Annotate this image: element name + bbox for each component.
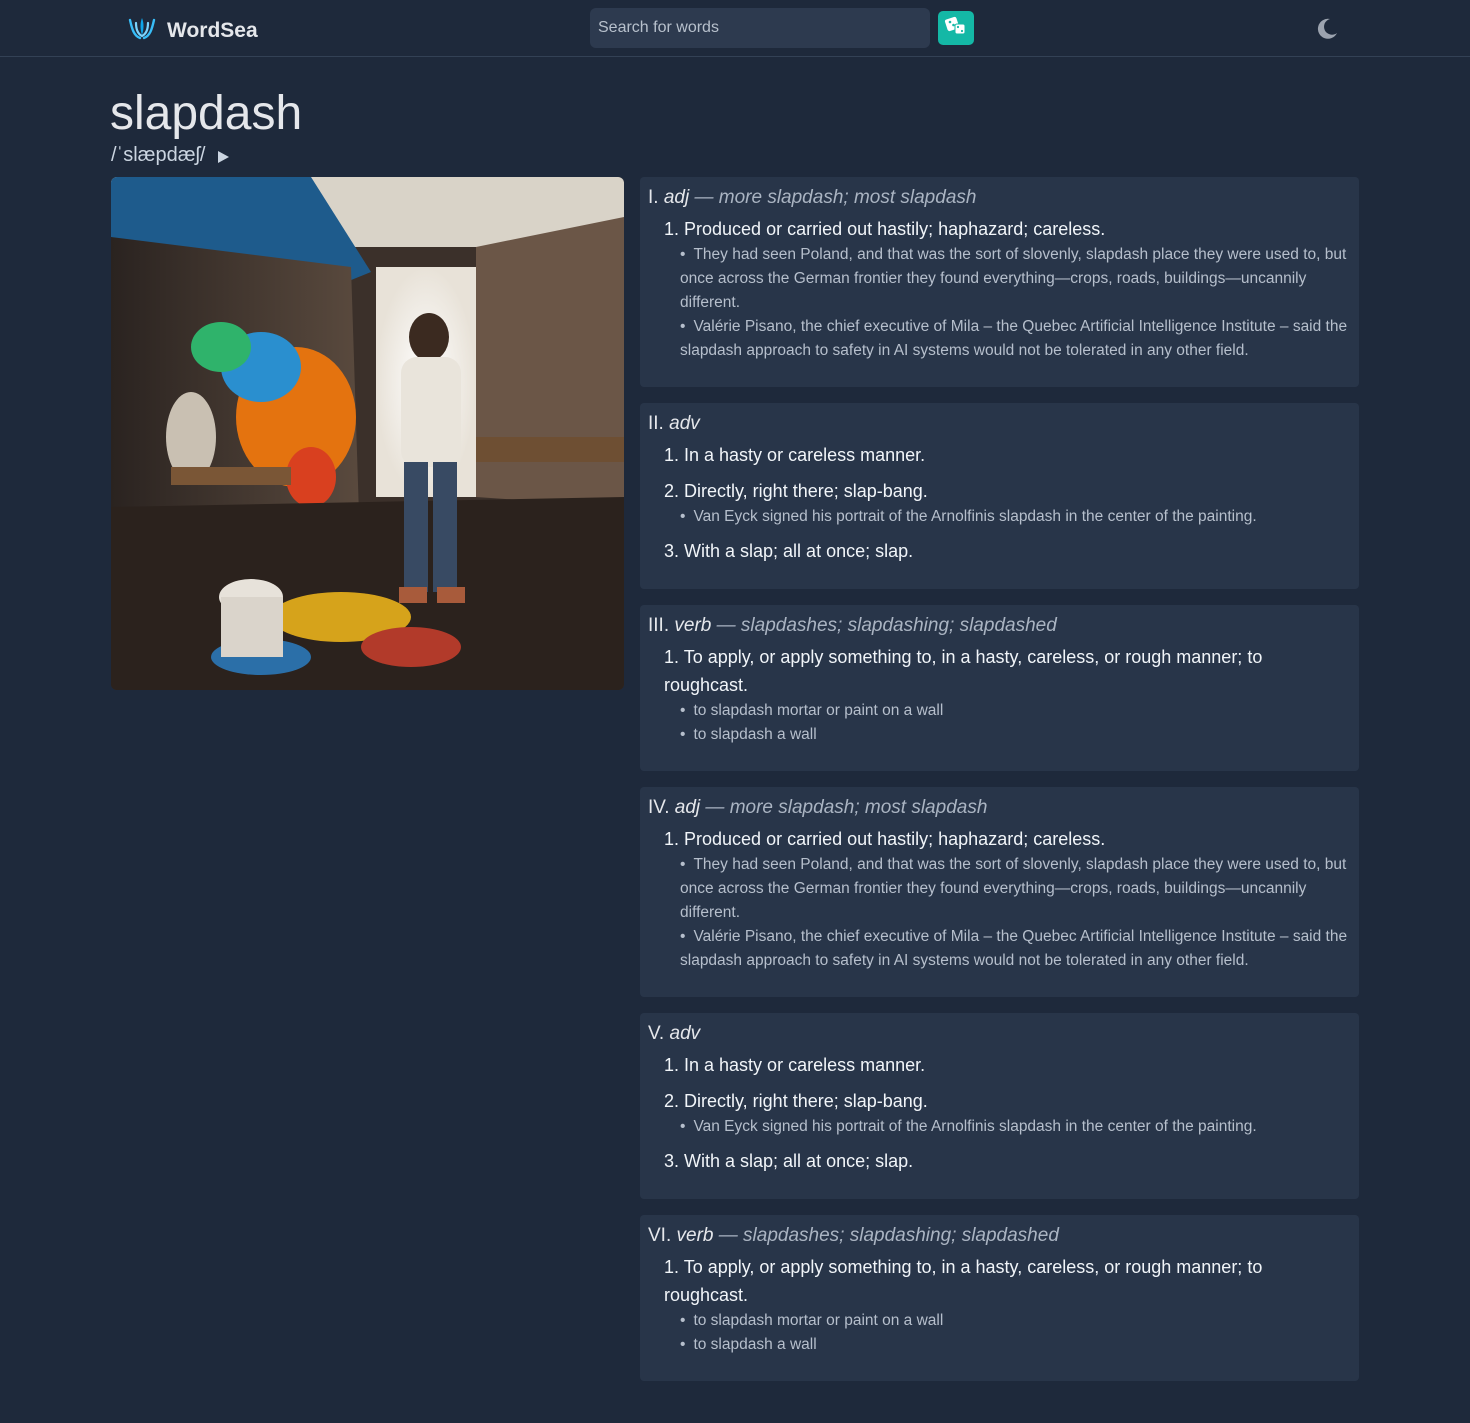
- wave-logo-icon: [127, 13, 157, 48]
- entry-numeral: III.: [648, 615, 670, 636]
- play-icon: [218, 150, 230, 163]
- moon-icon: [1313, 18, 1339, 46]
- entry-numeral: I.: [648, 187, 659, 208]
- definition-card: VI. verb — slapdashes; slapdashing; slap…: [640, 1215, 1359, 1381]
- example-sentence: Van Eyck signed his portrait of the Arno…: [680, 505, 1351, 529]
- example-list: They had seen Poland, and that was the s…: [680, 853, 1351, 973]
- definition-header: I. adj — more slapdash; most slapdash: [648, 187, 1351, 209]
- definitions-list: I. adj — more slapdash; most slapdash 1. …: [640, 177, 1359, 1397]
- definition-card: II. adv 1. In a hasty or careless manner.…: [640, 403, 1359, 589]
- word-illustration: [111, 177, 624, 690]
- example-sentence: Valérie Pisano, the chief executive of M…: [680, 315, 1351, 363]
- example-sentence: Valérie Pisano, the chief executive of M…: [680, 925, 1351, 973]
- example-list: They had seen Poland, and that was the s…: [680, 243, 1351, 363]
- brand-link[interactable]: WordSea: [127, 13, 258, 48]
- sense-definition: 2. Directly, right there; slap-bang.: [664, 481, 928, 501]
- sense-definition: 2. Directly, right there; slap-bang.: [664, 1091, 928, 1111]
- sense-definition: 1. To apply, or apply something to, in a…: [664, 1257, 1263, 1305]
- entry-numeral: II.: [648, 413, 664, 434]
- definition-card: V. adv 1. In a hasty or careless manner. 2…: [640, 1013, 1359, 1199]
- entry-numeral: VI.: [648, 1225, 672, 1246]
- play-pronunciation-button[interactable]: [215, 148, 231, 164]
- sense-definition: 1. In a hasty or careless manner.: [664, 1055, 926, 1075]
- brand-name: WordSea: [167, 18, 258, 42]
- definition-header: III. verb — slapdashes; slapdashing; sla…: [648, 615, 1351, 637]
- inflected-forms: — more slapdash; most slapdash: [694, 187, 977, 208]
- example-sentence: They had seen Poland, and that was the s…: [680, 853, 1351, 925]
- example-sentence: to slapdash a wall: [680, 723, 1351, 747]
- definition-header: V. adv: [648, 1023, 1351, 1045]
- top-navigation-bar: WordSea: [0, 0, 1470, 57]
- definition-header: VI. verb — slapdashes; slapdashing; slap…: [648, 1225, 1351, 1247]
- pronunciation: /ˈslæpdæʃ/: [111, 144, 231, 167]
- definition-card: IV. adj — more slapdash; most slapdash 1.…: [640, 787, 1359, 997]
- sense-definition: 3. With a slap; all at once; slap.: [664, 1151, 914, 1171]
- entry-numeral: IV.: [648, 797, 670, 818]
- dice-icon: [944, 15, 968, 42]
- example-sentence: to slapdash mortar or paint on a wall: [680, 699, 1351, 723]
- part-of-speech: adv: [669, 413, 700, 434]
- example-list: Van Eyck signed his portrait of the Arno…: [680, 1115, 1351, 1139]
- definition-header: II. adv: [648, 413, 1351, 435]
- phonetic-text: /ˈslæpdæʃ/: [111, 144, 206, 166]
- random-word-button[interactable]: [938, 11, 974, 45]
- sense-definition: 1. Produced or carried out hastily; haph…: [664, 829, 1106, 849]
- example-sentence: to slapdash mortar or paint on a wall: [680, 1309, 1351, 1333]
- sense-definition: 1. Produced or carried out hastily; haph…: [664, 219, 1106, 239]
- definition-header: IV. adj — more slapdash; most slapdash: [648, 797, 1351, 819]
- example-sentence: They had seen Poland, and that was the s…: [680, 243, 1351, 315]
- example-sentence: to slapdash a wall: [680, 1333, 1351, 1357]
- sense-definition: 1. To apply, or apply something to, in a…: [664, 647, 1263, 695]
- definition-card: III. verb — slapdashes; slapdashing; sla…: [640, 605, 1359, 771]
- definition-card: I. adj — more slapdash; most slapdash 1. …: [640, 177, 1359, 387]
- sense-definition: 3. With a slap; all at once; slap.: [664, 541, 914, 561]
- entry-numeral: V.: [648, 1023, 665, 1044]
- inflected-forms: — more slapdash; most slapdash: [705, 797, 988, 818]
- part-of-speech: verb: [674, 615, 712, 636]
- inflected-forms: — slapdashes; slapdashing; slapdashed: [716, 615, 1057, 636]
- example-sentence: Van Eyck signed his portrait of the Arno…: [680, 1115, 1351, 1139]
- inflected-forms: — slapdashes; slapdashing; slapdashed: [718, 1225, 1059, 1246]
- part-of-speech: adj: [663, 187, 690, 208]
- search-input[interactable]: [590, 8, 930, 48]
- example-list: to slapdash mortar or paint on a wallto …: [680, 699, 1351, 747]
- example-list: to slapdash mortar or paint on a wallto …: [680, 1309, 1351, 1357]
- part-of-speech: verb: [676, 1225, 714, 1246]
- example-list: Van Eyck signed his portrait of the Arno…: [680, 505, 1351, 529]
- part-of-speech: adj: [674, 797, 701, 818]
- sense-definition: 1. In a hasty or careless manner.: [664, 445, 926, 465]
- part-of-speech: adv: [669, 1023, 701, 1044]
- word-title: slapdash: [110, 87, 303, 140]
- theme-toggle-button[interactable]: [1313, 16, 1339, 42]
